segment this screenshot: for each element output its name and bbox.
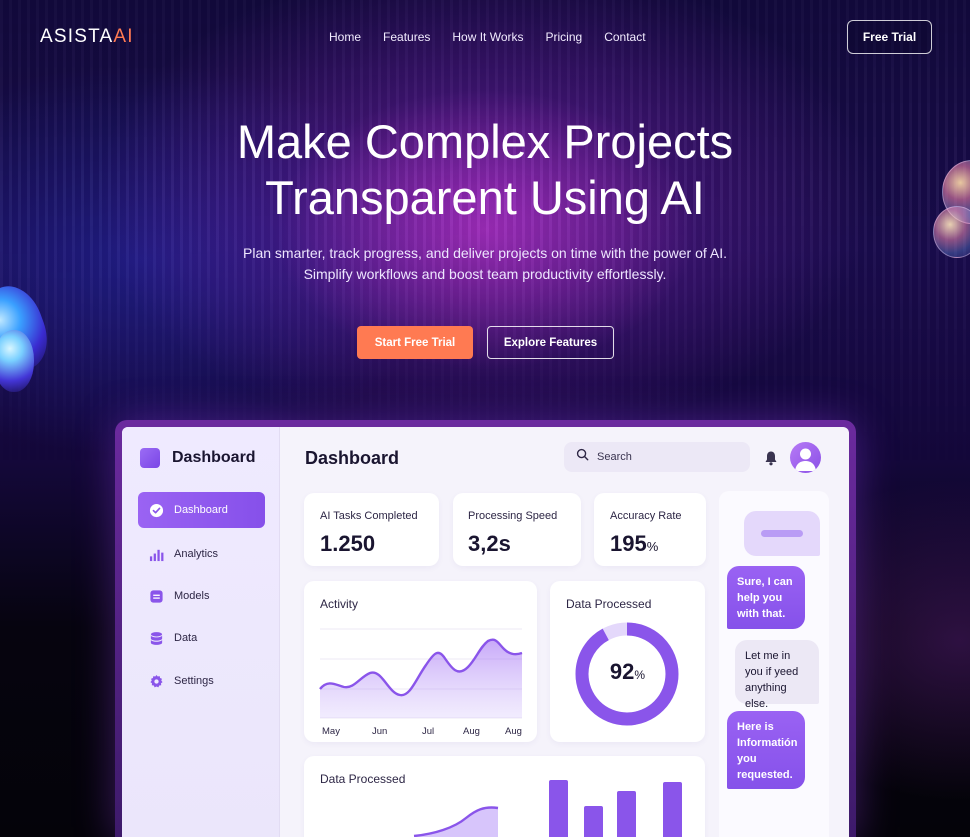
stat-card-processing-speed: Processing Speed 3,2s <box>453 493 581 566</box>
chat-bubble-assistant: Sure, I can help you with that. <box>727 566 805 629</box>
hero-title-line-2: Transparent Using AI <box>265 171 705 224</box>
sidebar-item-label: Dashboard <box>174 504 228 516</box>
stat-label: AI Tasks Completed <box>320 510 418 522</box>
bar-chart-icon <box>149 547 164 562</box>
gear-icon <box>149 674 164 689</box>
sidebar-item-models[interactable]: Models <box>138 578 265 614</box>
bar <box>584 806 603 837</box>
bars-chart <box>413 780 682 837</box>
dashboard-sidebar: Dashboard Dashboard Analytics Models Dat… <box>122 427 280 837</box>
data-processed-bars-card: Data Processed <box>304 756 705 837</box>
database-icon <box>149 631 164 646</box>
sidebar-item-dashboard[interactable]: Dashboard <box>138 492 265 528</box>
sidebar-item-label: Data <box>174 632 198 644</box>
sidebar-item-label: Models <box>174 590 210 602</box>
bars-area <box>414 807 498 837</box>
x-axis-label: Jul <box>422 726 435 737</box>
chat-placeholder-bubble <box>744 511 820 556</box>
x-axis-label: Jun <box>372 726 388 737</box>
hero-subtitle: Plan smarter, track progress, and delive… <box>243 245 727 282</box>
activity-chart <box>319 628 523 719</box>
sidebar-item-data[interactable]: Data <box>138 620 265 656</box>
gauge-unit: % <box>634 668 646 682</box>
stat-value: 1.250 <box>320 531 375 557</box>
typing-bar <box>761 530 803 537</box>
dashboard-title: Dashboard <box>305 448 400 468</box>
explore-features-button[interactable]: Explore Features <box>487 326 614 359</box>
sidebar-item-analytics[interactable]: Analytics <box>138 536 265 572</box>
sidebar-item-label: Settings <box>174 675 214 687</box>
stat-value: 195% <box>610 531 658 557</box>
avatar[interactable] <box>790 442 821 473</box>
search-icon <box>576 448 589 466</box>
stat-card-accuracy-rate: Accuracy Rate 195% <box>594 493 706 566</box>
chat-bubble-user: Let me in you if yeed anything else. <box>735 640 819 710</box>
app-square-icon <box>140 448 160 468</box>
dashboard-screen: Dashboard Dashboard Analytics Models Dat… <box>122 427 849 837</box>
nav-link-how-it-works[interactable]: How It Works <box>452 30 523 44</box>
x-axis-label: May <box>322 726 340 737</box>
hero-title: Make Complex Projects Transparent Using … <box>0 114 970 226</box>
stat-number: 3,2s <box>468 531 511 556</box>
nav-link-pricing[interactable]: Pricing <box>546 30 583 44</box>
bell-icon[interactable] <box>764 450 778 466</box>
sidebar-item-label: Analytics <box>174 548 219 560</box>
sidebar-brand: Dashboard <box>140 448 256 468</box>
search-input[interactable]: Search <box>564 442 750 472</box>
start-free-trial-button[interactable]: Start Free Trial <box>357 326 473 359</box>
nav-link-home[interactable]: Home <box>329 30 361 44</box>
search-placeholder: Search <box>597 451 632 463</box>
sidebar-title: Dashboard <box>172 449 256 466</box>
hero-title-line-1: Make Complex Projects <box>236 115 734 168</box>
stat-card-ai-tasks: AI Tasks Completed 1.250 <box>304 493 439 566</box>
activity-area <box>320 639 522 718</box>
logo[interactable]: ASISTAAI <box>40 26 134 48</box>
bar <box>617 791 636 837</box>
model-icon <box>149 589 164 604</box>
bar <box>549 780 568 837</box>
nav-link-features[interactable]: Features <box>383 30 430 44</box>
stat-label: Accuracy Rate <box>610 510 682 522</box>
chat-bubble-assistant: Here is Informatión you requested. <box>727 711 805 789</box>
sidebar-item-settings[interactable]: Settings <box>138 663 265 699</box>
logo-accent: AI <box>113 26 134 47</box>
stat-number: 195 <box>610 531 647 556</box>
x-axis-label: Aug <box>505 726 522 737</box>
logo-text: ASISTA <box>40 26 114 47</box>
gauge-number: 92 <box>609 659 635 684</box>
stat-value: 3,2s <box>468 531 511 557</box>
check-circle-icon <box>149 503 164 518</box>
x-axis-label: Aug <box>463 726 480 737</box>
activity-card: Activity May Jun Jul Aug Aug <box>304 581 537 742</box>
free-trial-button[interactable]: Free Trial <box>847 20 932 54</box>
nav-link-contact[interactable]: Contact <box>604 30 645 44</box>
stat-label: Processing Speed <box>468 510 558 522</box>
nav-links: Home Features How It Works Pricing Conta… <box>329 30 646 44</box>
top-nav: ASISTAAI Home Features How It Works Pric… <box>0 0 970 76</box>
gauge-value: 92% <box>550 659 705 685</box>
data-processed-gauge-card: Data Processed 92% <box>550 581 705 742</box>
stat-number: 1.250 <box>320 531 376 556</box>
stat-unit: % <box>646 539 659 554</box>
bar <box>663 782 682 837</box>
